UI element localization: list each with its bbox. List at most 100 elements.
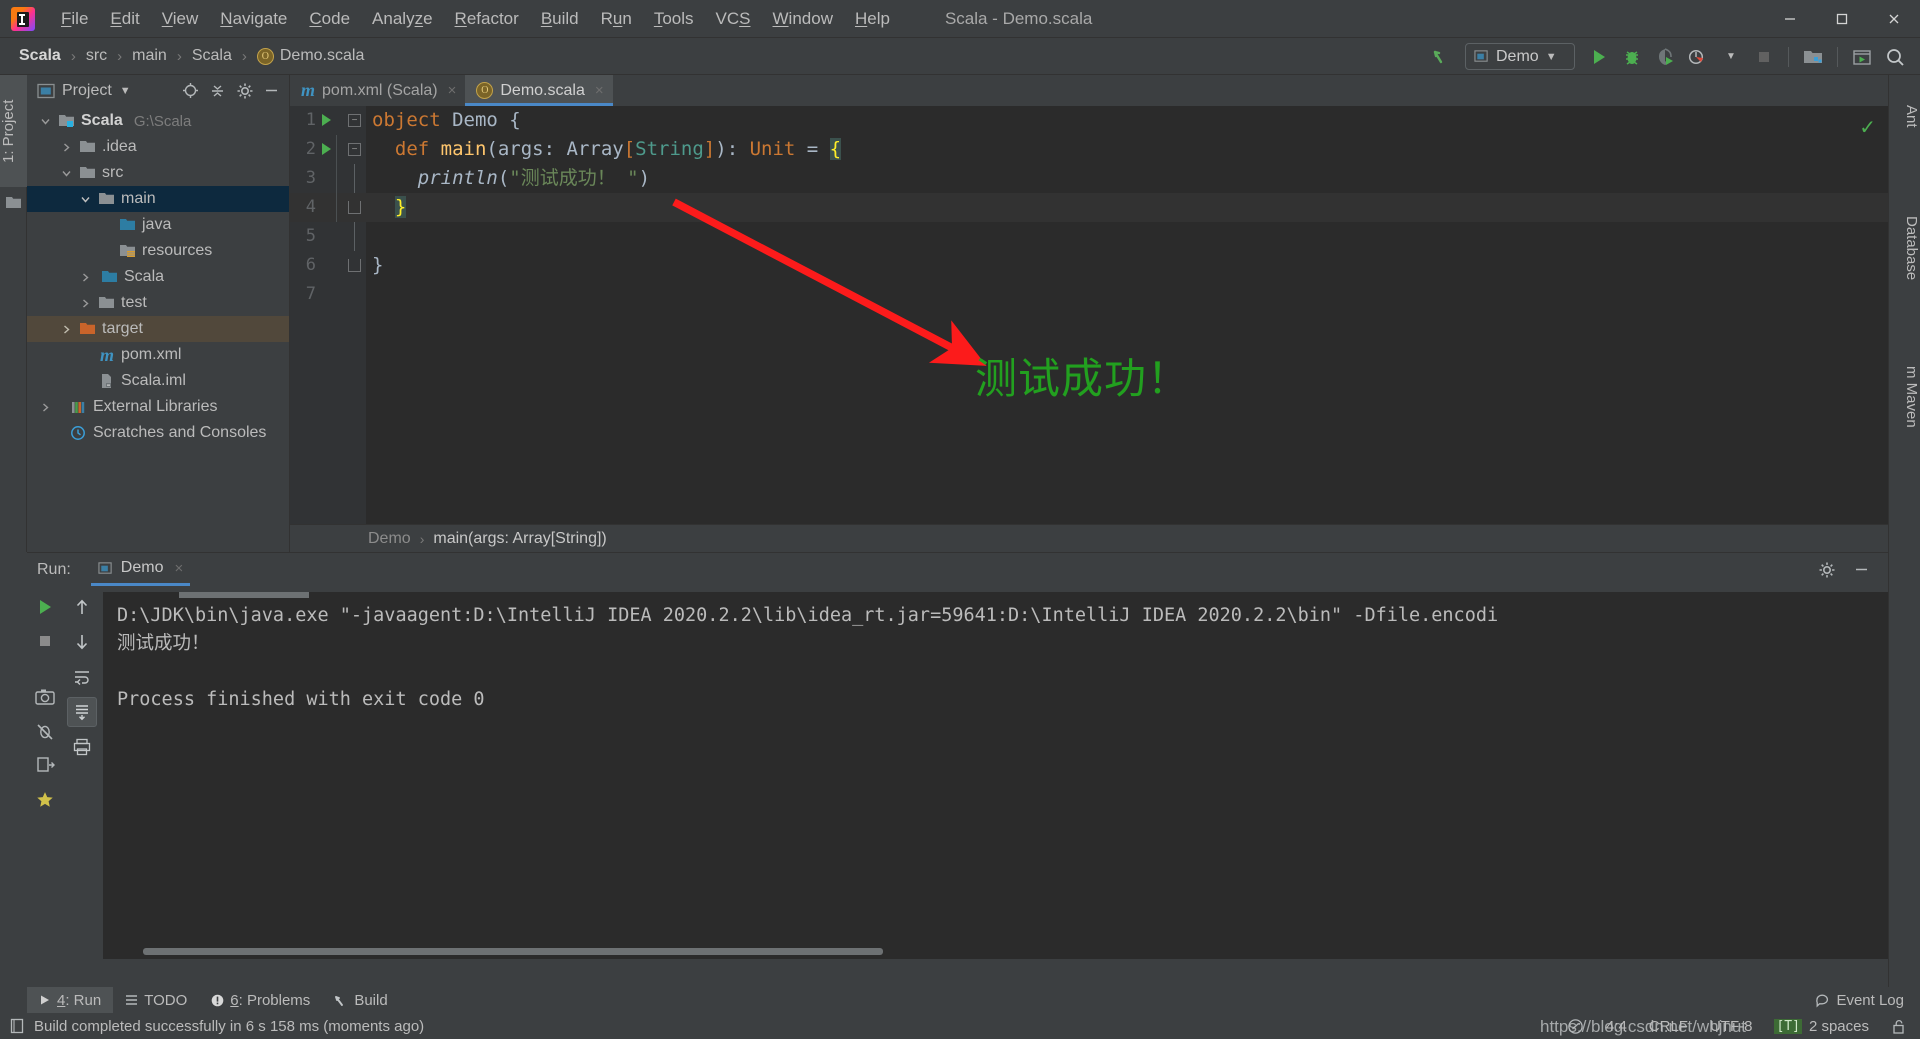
run-settings-gear-button[interactable] xyxy=(1812,555,1842,585)
scroll-to-end-button[interactable] xyxy=(67,697,97,727)
sidebar-item-database[interactable]: Database xyxy=(1888,183,1920,313)
tree-item-scala-root[interactable]: Scala G:\Scala xyxy=(27,108,289,134)
bottom-tab-run[interactable]: 4: Run xyxy=(27,987,114,1013)
menu-build[interactable]: Build xyxy=(530,6,590,32)
run-with-coverage-button[interactable] xyxy=(1650,43,1680,71)
settings-gear-button[interactable] xyxy=(233,79,256,102)
indent-widget[interactable]: [T] 2 spaces xyxy=(1774,1018,1869,1035)
tab-pom-xml[interactable]: m pom.xml (Scala) × xyxy=(290,75,465,106)
run-hide-panel-button[interactable] xyxy=(1846,555,1876,585)
search-everywhere-button[interactable] xyxy=(1880,43,1910,71)
scroll-down-button[interactable] xyxy=(67,627,97,657)
collapse-all-button[interactable] xyxy=(206,79,229,102)
hide-panel-button[interactable] xyxy=(260,79,283,102)
code-editor[interactable]: 1 − object Demo { 2 − def main(args: Arr… xyxy=(290,106,1888,524)
stop-button[interactable] xyxy=(1749,43,1779,71)
event-log-button[interactable]: Event Log xyxy=(1815,992,1920,1009)
close-tab-icon[interactable]: × xyxy=(174,560,183,577)
camera-button[interactable] xyxy=(30,682,60,712)
breadcrumb-class[interactable]: Demo xyxy=(368,530,411,548)
run-configuration-selector[interactable]: Demo ▼ xyxy=(1465,43,1575,70)
tree-item-test[interactable]: test xyxy=(27,290,289,316)
tree-item-scratches-and-consoles[interactable]: Scratches and Consoles xyxy=(27,420,289,446)
tree-item-java[interactable]: java xyxy=(27,212,289,238)
run-tab-demo[interactable]: Demo × xyxy=(90,553,191,586)
tree-item-idea[interactable]: .idea xyxy=(27,134,289,160)
sidebar-item-ant[interactable]: Ant xyxy=(1888,79,1920,154)
breadcrumb-item-scala[interactable]: Scala xyxy=(189,45,235,67)
menu-help[interactable]: Help xyxy=(844,6,901,32)
soft-wrap-button[interactable] xyxy=(67,662,97,692)
chevron-right-icon[interactable] xyxy=(58,139,74,155)
tree-item-external-libraries[interactable]: External Libraries xyxy=(27,394,289,420)
console-scroll-indicator[interactable] xyxy=(179,592,309,598)
tree-item-resources[interactable]: resources xyxy=(27,238,289,264)
chevron-down-icon[interactable] xyxy=(37,113,53,129)
profile-dropdown-button[interactable]: ▼ xyxy=(1716,43,1746,71)
fold-end-icon[interactable] xyxy=(348,259,361,272)
suppress-bug-button[interactable] xyxy=(30,716,60,746)
tree-item-pom-xml[interactable]: m pom.xml xyxy=(27,342,289,368)
fold-minus-icon[interactable]: − xyxy=(348,114,361,127)
stop-button[interactable] xyxy=(30,626,60,656)
bottom-tab-build[interactable]: Build xyxy=(322,987,399,1013)
menu-run[interactable]: Run xyxy=(590,6,643,32)
console-output[interactable]: D:\JDK\bin\java.exe "-javaagent:D:\Intel… xyxy=(103,592,1888,959)
menu-window[interactable]: Window xyxy=(762,6,844,32)
bottom-tab-todo[interactable]: TODO xyxy=(113,987,199,1013)
breadcrumb-item-file[interactable]: O Demo.scala xyxy=(254,45,367,67)
unlocked-icon[interactable] xyxy=(1891,1018,1906,1035)
tree-item-scala-iml[interactable]: Scala.iml xyxy=(27,368,289,394)
breadcrumb-item-main[interactable]: main xyxy=(129,45,170,67)
menu-edit[interactable]: Edit xyxy=(99,6,150,32)
close-tab-icon[interactable]: × xyxy=(448,82,457,99)
sidebar-item-maven[interactable]: m Maven xyxy=(1888,337,1920,457)
minimize-button[interactable] xyxy=(1764,0,1816,38)
chevron-down-icon[interactable] xyxy=(77,191,93,207)
chevron-right-icon[interactable] xyxy=(77,269,93,285)
locate-file-button[interactable] xyxy=(179,79,202,102)
project-structure-button[interactable] xyxy=(1798,43,1828,71)
fold-minus-icon[interactable]: − xyxy=(348,143,361,156)
update-project-button[interactable] xyxy=(1847,43,1877,71)
scroll-up-button[interactable] xyxy=(67,592,97,622)
run-gutter-icon[interactable] xyxy=(322,143,331,155)
breadcrumb-item-src[interactable]: src xyxy=(83,45,110,67)
profile-button[interactable] xyxy=(1683,43,1713,71)
menu-file[interactable]: File xyxy=(50,6,99,32)
print-button[interactable] xyxy=(67,732,97,762)
debug-button[interactable] xyxy=(1617,43,1647,71)
menu-analyze[interactable]: Analyze xyxy=(361,6,444,32)
sidebar-item-project[interactable]: 1: Project xyxy=(0,75,27,187)
tree-item-src[interactable]: src xyxy=(27,160,289,186)
breadcrumb-item-project[interactable]: Scala xyxy=(16,45,64,67)
run-button[interactable] xyxy=(1584,43,1614,71)
close-tab-icon[interactable]: × xyxy=(595,82,604,99)
menu-vcs[interactable]: VCS xyxy=(705,6,762,32)
run-gutter-icon[interactable] xyxy=(322,114,331,126)
menu-tools[interactable]: Tools xyxy=(643,6,705,32)
tree-item-scala-src[interactable]: Scala xyxy=(27,264,289,290)
tree-item-main[interactable]: main xyxy=(27,186,289,212)
maximize-button[interactable] xyxy=(1816,0,1868,38)
console-horizontal-scrollbar[interactable] xyxy=(143,948,883,955)
menu-view[interactable]: View xyxy=(151,6,210,32)
tab-demo-scala[interactable]: O Demo.scala × xyxy=(465,75,613,106)
rerun-button[interactable] xyxy=(30,592,60,622)
close-button[interactable] xyxy=(1868,0,1920,38)
menu-navigate[interactable]: Navigate xyxy=(209,6,298,32)
chevron-right-icon[interactable] xyxy=(77,295,93,311)
tree-item-target[interactable]: target xyxy=(27,316,289,342)
export-button[interactable] xyxy=(30,750,60,780)
build-project-button[interactable] xyxy=(1426,43,1456,71)
star-button[interactable] xyxy=(30,784,60,814)
menu-code[interactable]: Code xyxy=(298,6,361,32)
breadcrumb-method[interactable]: main(args: Array[String]) xyxy=(433,530,606,548)
tree-label: Scala xyxy=(124,268,165,285)
bottom-tab-problems[interactable]: 6: Problems xyxy=(199,987,322,1013)
fold-end-icon[interactable] xyxy=(348,201,361,214)
menu-refactor[interactable]: Refactor xyxy=(444,6,530,32)
chevron-right-icon[interactable] xyxy=(58,321,74,337)
chevron-right-icon[interactable] xyxy=(37,399,53,415)
chevron-down-icon[interactable] xyxy=(58,165,74,181)
